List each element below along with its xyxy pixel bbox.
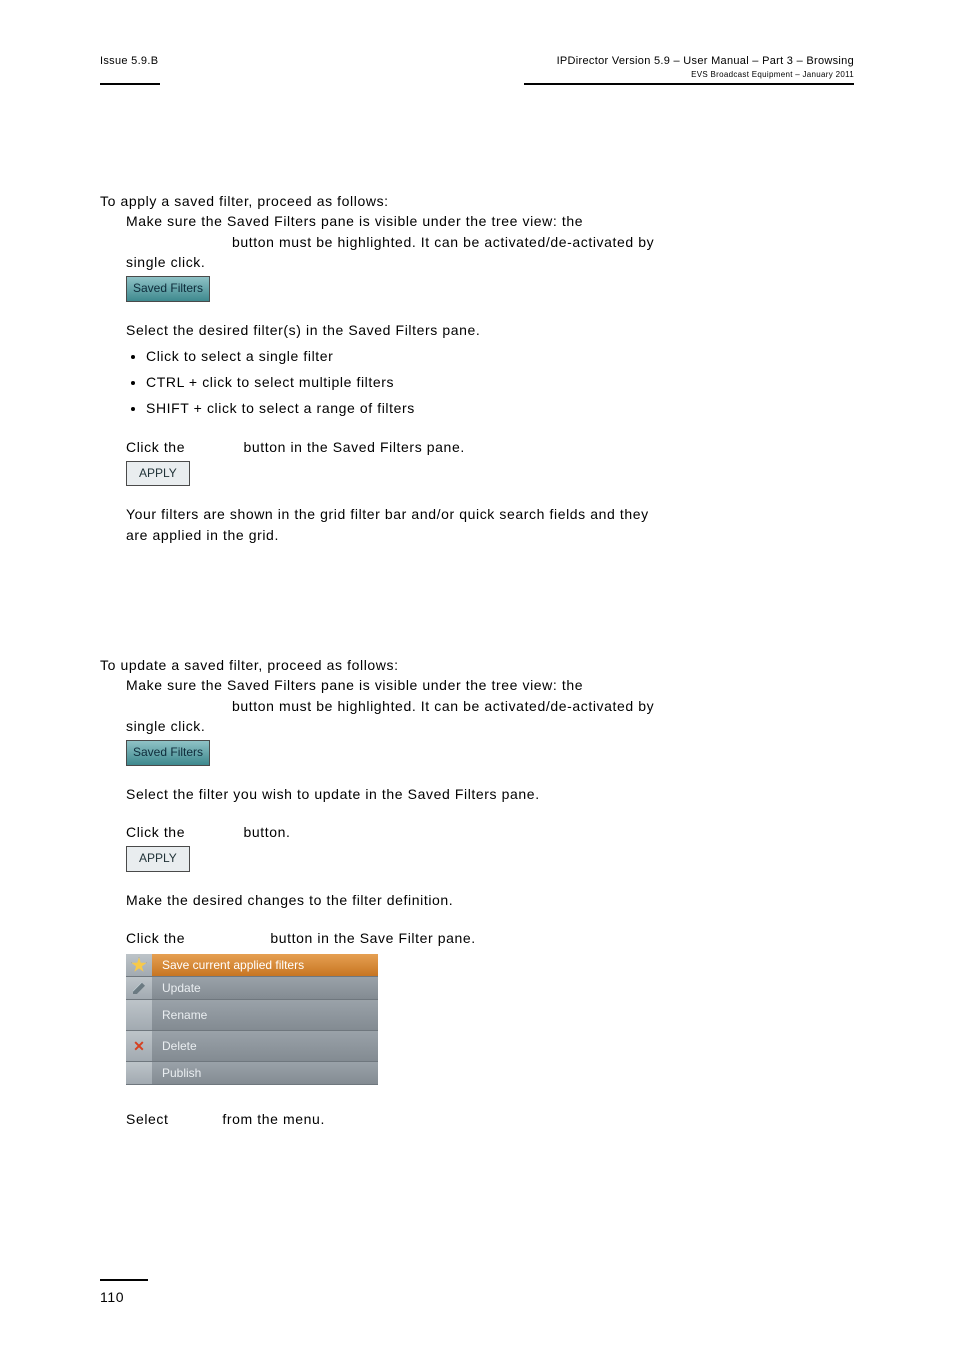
section1-step1-line1: Make sure the Saved Filters pane is visi… <box>126 211 854 231</box>
section2-step6: Select from the menu. <box>126 1109 854 1129</box>
section1-step4-line2: are applied in the grid. <box>126 525 854 545</box>
cross-icon: ✕ <box>133 1036 145 1056</box>
saved-filters-button[interactable]: Saved Filters <box>126 276 210 301</box>
saved-filters-button[interactable]: Saved Filters <box>126 740 210 765</box>
menu-item-label: Save current applied filters <box>152 957 304 974</box>
section2-step3: Click the button. <box>126 822 854 842</box>
section2-step1-line3: single click. <box>126 716 854 736</box>
section2-step2: Select the filter you wish to update in … <box>126 784 854 804</box>
menu-item-label: Update <box>152 980 201 997</box>
section2-step1-line1: Make sure the Saved Filters pane is visi… <box>126 675 854 695</box>
header-rule-left <box>100 83 160 85</box>
apply-button[interactable]: APPLY <box>126 846 190 871</box>
section2-step5: Click the button in the Save Filter pane… <box>126 928 854 948</box>
header-rule-right <box>524 83 854 85</box>
section1-bullet-3: SHIFT + click to select a range of filte… <box>146 398 854 418</box>
section1-step3: Click the button in the Saved Filters pa… <box>126 437 854 457</box>
header-issue: Issue 5.9.B <box>100 55 158 67</box>
menu-item-publish[interactable]: Publish <box>126 1062 378 1085</box>
section1-bullet-1: Click to select a single filter <box>146 346 854 366</box>
header-title: IPDirector Version 5.9 – User Manual – P… <box>557 55 854 67</box>
section1-step1-line3: single click. <box>126 252 854 272</box>
page-header: Issue 5.9.B IPDirector Version 5.9 – Use… <box>100 55 854 79</box>
menu-item-label: Rename <box>152 1007 207 1024</box>
section1-step4-line1: Your filters are shown in the grid filte… <box>126 504 854 524</box>
pencil-icon <box>133 982 145 994</box>
menu-item-rename[interactable]: Rename <box>126 1000 378 1031</box>
section2-intro: To update a saved filter, proceed as fol… <box>100 655 854 675</box>
menu-item-label: Delete <box>152 1038 197 1055</box>
section1-bullet-2: CTRL + click to select multiple filters <box>146 372 854 392</box>
apply-button[interactable]: APPLY <box>126 461 190 486</box>
menu-item-update[interactable]: Update <box>126 977 378 1000</box>
section1-intro: To apply a saved filter, proceed as foll… <box>100 191 854 211</box>
section1-step1-line2: button must be highlighted. It can be ac… <box>126 232 854 252</box>
section2-step4: Make the desired changes to the filter d… <box>126 890 854 910</box>
page-number: 110 <box>100 1289 854 1305</box>
menu-item-label: Publish <box>152 1065 201 1082</box>
menu-item-delete[interactable]: ✕ Delete <box>126 1031 378 1062</box>
filter-options-menu: Save current applied filters Update Rena… <box>126 954 378 1085</box>
star-icon <box>131 957 147 973</box>
footer-rule <box>100 1279 148 1281</box>
menu-item-save-current[interactable]: Save current applied filters <box>126 954 378 977</box>
page-footer: 110 <box>100 1279 854 1305</box>
header-subtitle: EVS Broadcast Equipment – January 2011 <box>557 70 854 79</box>
section2-step1-line2: button must be highlighted. It can be ac… <box>126 696 854 716</box>
section1-step2: Select the desired filter(s) in the Save… <box>126 320 854 340</box>
